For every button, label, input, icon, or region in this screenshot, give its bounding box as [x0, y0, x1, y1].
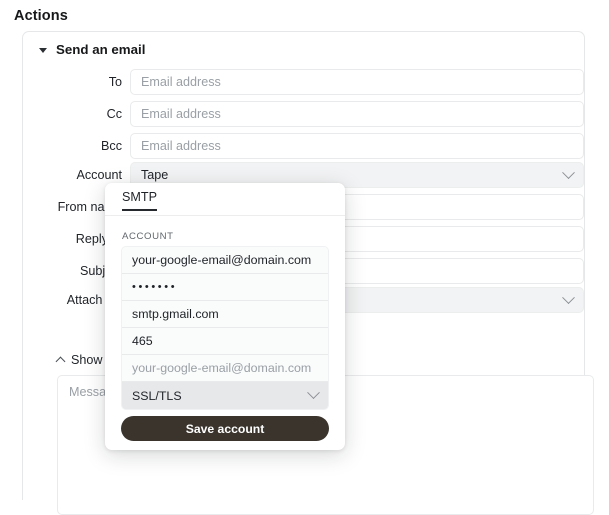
input-to[interactable]: Email address [130, 69, 584, 95]
input-to-placeholder: Email address [141, 75, 221, 89]
form-row-cc: Cc Email address [23, 101, 584, 127]
input-bcc-placeholder: Email address [141, 139, 221, 153]
smtp-from-field[interactable]: your-google-email@domain.com [122, 355, 328, 382]
select-account-value: Tape [141, 168, 169, 182]
action-card-title: Send an email [56, 42, 146, 57]
label-cc: Cc [106, 107, 122, 121]
smtp-username-value: your-google-email@domain.com [132, 253, 312, 267]
chevron-down-icon [562, 165, 575, 179]
smtp-fields-group: your-google-email@domain.com ••••••• smt… [121, 246, 329, 410]
label-account: Account [76, 168, 122, 182]
chevron-down-icon [307, 386, 320, 400]
smtp-username-field[interactable]: your-google-email@domain.com [122, 247, 328, 274]
smtp-section-label: ACCOUNT [122, 231, 174, 242]
chevron-up-icon [55, 356, 66, 367]
smtp-account-popover: SMTP ACCOUNT your-google-email@domain.co… [105, 183, 345, 450]
input-cc[interactable]: Email address [130, 101, 584, 127]
form-row-to: To Email address [23, 69, 584, 95]
input-cc-placeholder: Email address [141, 107, 221, 121]
label-bcc: Bcc [101, 139, 122, 153]
smtp-host-value: smtp.gmail.com [132, 307, 219, 321]
smtp-security-value: SSL/TLS [132, 388, 182, 403]
smtp-port-field[interactable]: 465 [122, 328, 328, 355]
smtp-port-value: 465 [132, 334, 153, 348]
page-title: Actions [14, 8, 68, 24]
smtp-password-value: ••••••• [132, 281, 178, 293]
triangle-down-icon[interactable] [39, 47, 47, 53]
label-to: To [108, 75, 122, 89]
smtp-password-field[interactable]: ••••••• [122, 274, 328, 301]
action-card-header[interactable]: Send an email [39, 42, 145, 57]
save-account-button[interactable]: Save account [121, 416, 329, 441]
smtp-host-field[interactable]: smtp.gmail.com [122, 301, 328, 328]
chevron-down-icon [562, 290, 575, 304]
smtp-tabbar: SMTP [105, 183, 345, 216]
smtp-security-select[interactable]: SSL/TLS [122, 382, 328, 409]
tab-smtp[interactable]: SMTP [122, 190, 157, 211]
form-row-bcc: Bcc Email address [23, 133, 584, 159]
smtp-from-placeholder: your-google-email@domain.com [132, 361, 312, 375]
input-bcc[interactable]: Email address [130, 133, 584, 159]
